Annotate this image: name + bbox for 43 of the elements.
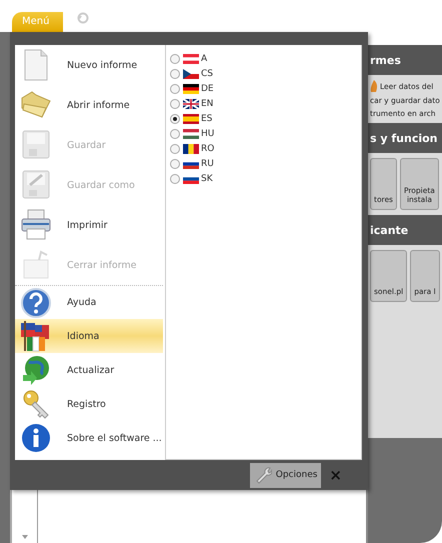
flag-icon <box>183 98 199 108</box>
flame-icon <box>370 80 378 92</box>
menu-item[interactable]: Imprimir <box>15 205 163 245</box>
language-code: CS <box>201 68 213 78</box>
info-icon <box>19 421 53 455</box>
language-code: SK <box>201 174 213 184</box>
radio-button[interactable] <box>170 98 180 108</box>
radio-button[interactable] <box>170 158 180 168</box>
menu-item[interactable]: Actualizar <box>15 353 163 387</box>
section-header: icante <box>368 215 442 245</box>
menu-item[interactable]: Registro <box>15 387 163 421</box>
flag-icon <box>183 68 199 78</box>
radio-button[interactable] <box>170 54 180 64</box>
menu-item[interactable]: Idioma <box>15 319 163 353</box>
help-icon <box>19 286 53 320</box>
dropdown-arrow-icon <box>22 535 28 539</box>
language-code: RO <box>201 144 214 154</box>
language-code: A <box>201 54 208 64</box>
wrench-icon <box>254 466 272 484</box>
language-code: ES <box>201 114 212 124</box>
section-header: s y funcion <box>368 123 442 153</box>
menu-item[interactable]: Sobre el software ... <box>15 421 163 455</box>
options-button[interactable]: Opciones <box>250 462 322 488</box>
section-header: rmes <box>368 45 442 75</box>
radio-button[interactable] <box>170 114 180 124</box>
language-code: EN <box>201 98 214 108</box>
flag-icon <box>183 84 199 94</box>
flag-icon <box>183 128 199 138</box>
menu-item[interactable]: Nuevo informe <box>15 45 163 85</box>
flag-icon <box>183 144 199 154</box>
radio-button[interactable] <box>170 174 180 184</box>
language-code: RU <box>201 158 214 168</box>
radio-button[interactable] <box>170 128 180 138</box>
radio-button[interactable] <box>170 68 180 78</box>
printer-icon <box>19 208 53 242</box>
flag-icon <box>183 54 199 64</box>
refresh-icon <box>77 12 90 24</box>
menu-item[interactable]: Abrir informe <box>15 85 163 125</box>
radio-button[interactable] <box>170 144 180 154</box>
language-code: DE <box>201 84 214 94</box>
flag-icon <box>183 114 199 124</box>
language-code: HU <box>201 128 214 138</box>
radio-button[interactable] <box>170 84 180 94</box>
